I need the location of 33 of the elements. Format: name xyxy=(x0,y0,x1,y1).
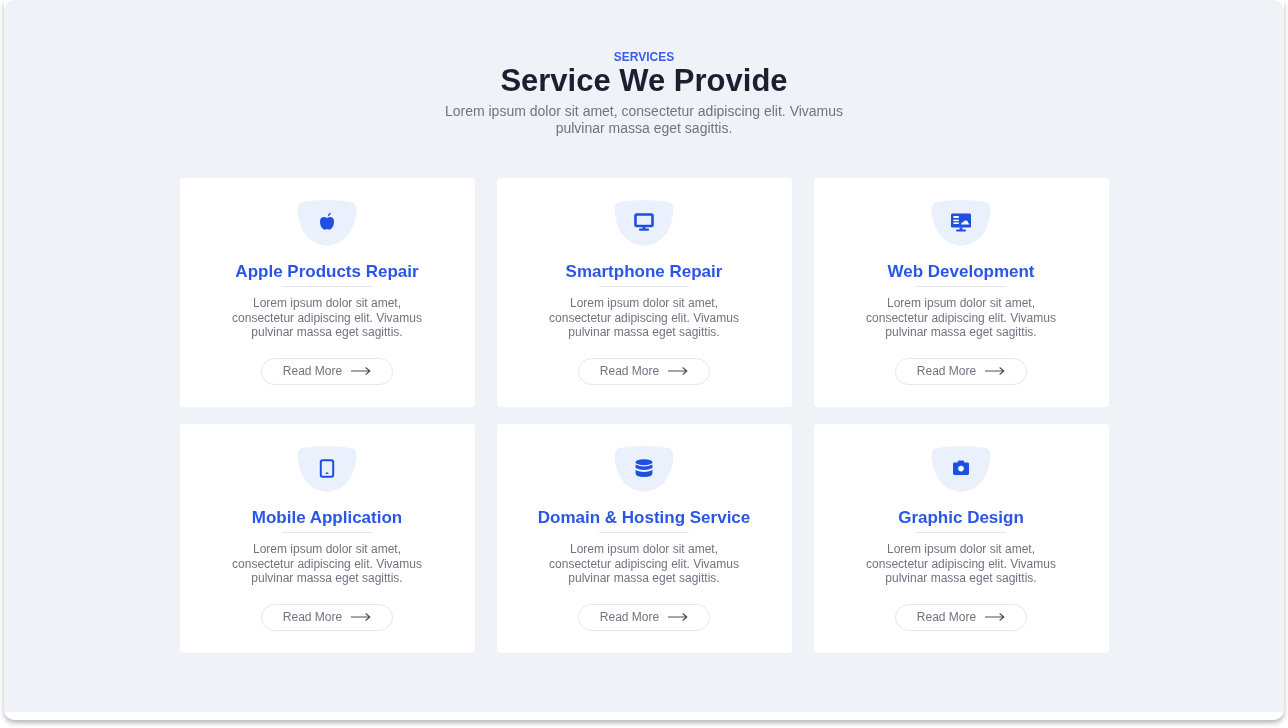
service-description: Lorem ipsum dolor sit amet, consectetur adipiscing elit. Vivamus pulvinar massa eget sagittis. xyxy=(865,296,1057,340)
service-description: Lorem ipsum dolor sit amet, consectetur adipiscing elit. Vivamus pulvinar massa eget sagittis. xyxy=(231,296,423,340)
read-more-button[interactable]: Read More xyxy=(895,603,1027,631)
service-title: Apple Products Repair xyxy=(235,262,419,282)
service-title: Smartphone Repair xyxy=(565,262,723,282)
arrow-right-icon xyxy=(351,613,372,621)
section-label: SERVICES xyxy=(612,50,676,64)
read-more-button[interactable]: Read More xyxy=(261,603,393,631)
service-title: Domain & Hosting Service xyxy=(537,508,751,528)
service-description: Lorem ipsum dolor sit amet, consectetur adipiscing elit. Vivamus pulvinar massa eget sagittis. xyxy=(548,542,740,586)
service-title: Graphic Design xyxy=(898,508,1024,528)
camera-icon xyxy=(931,445,991,493)
monitor-icon xyxy=(614,199,674,247)
service-description: Lorem ipsum dolor sit amet, consectetur adipiscing elit. Vivamus pulvinar massa eget sagittis. xyxy=(865,542,1057,586)
service-title: Mobile Application xyxy=(251,508,403,528)
service-title: Web Development xyxy=(887,262,1035,282)
arrow-right-icon xyxy=(985,613,1006,621)
web-monitor-icon xyxy=(931,199,991,247)
section-title: Service We Provide xyxy=(499,64,789,98)
read-more-button[interactable]: Read More xyxy=(261,357,393,385)
read-more-button[interactable]: Read More xyxy=(895,357,1027,385)
arrow-right-icon xyxy=(351,367,372,375)
tablet-icon xyxy=(297,445,357,493)
read-more-button[interactable]: Read More xyxy=(578,357,710,385)
section-description: Lorem ipsum dolor sit amet, consectetur adipiscing elit. Vivamus pulvinar massa eget sagittis. xyxy=(443,103,845,137)
read-more-button[interactable]: Read More xyxy=(578,603,710,631)
database-icon xyxy=(614,445,674,493)
arrow-right-icon xyxy=(668,367,689,375)
apple-icon xyxy=(297,199,357,247)
service-description: Lorem ipsum dolor sit amet, consectetur adipiscing elit. Vivamus pulvinar massa eget sagittis. xyxy=(548,296,740,340)
arrow-right-icon xyxy=(985,367,1006,375)
arrow-right-icon xyxy=(668,613,689,621)
service-description: Lorem ipsum dolor sit amet, consectetur adipiscing elit. Vivamus pulvinar massa eget sagittis. xyxy=(231,542,423,586)
